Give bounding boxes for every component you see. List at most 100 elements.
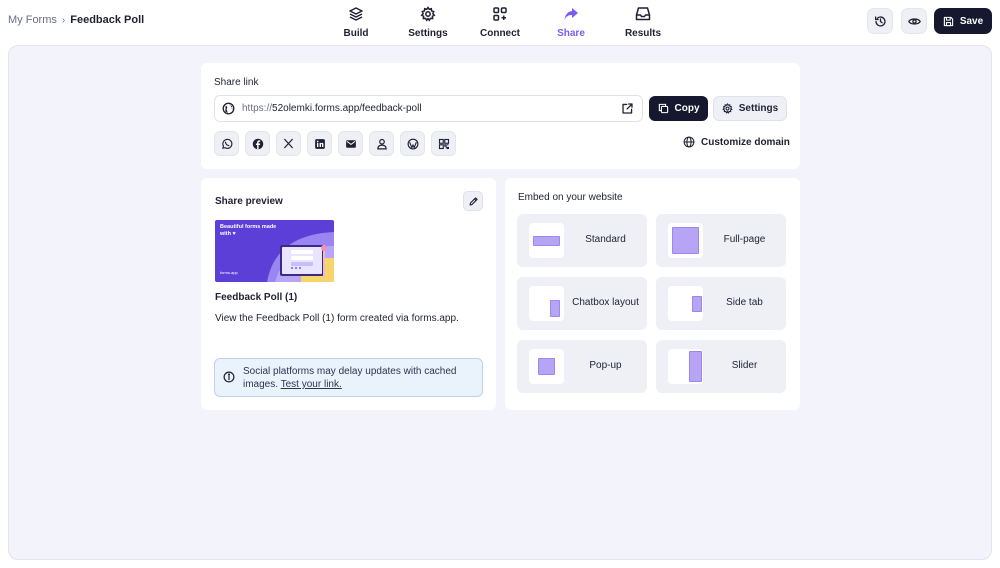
preview-form-title: Feedback Poll (1) [215, 292, 298, 303]
copy-icon [658, 103, 668, 114]
share-url-field[interactable]: https://52olemki.forms.app/feedback-poll [214, 95, 643, 122]
preview-description: View the Feedback Poll (1) form created … [215, 313, 459, 324]
wordpress-icon [407, 138, 418, 149]
tab-results-label: Results [624, 28, 662, 39]
external-link-icon[interactable] [621, 102, 634, 115]
share-whatsapp-button[interactable] [214, 131, 239, 156]
embed-slider[interactable]: Slider [656, 340, 786, 393]
embed-popup-shape [538, 358, 555, 375]
tab-build[interactable]: Build [321, 5, 391, 41]
qr-code-icon [438, 138, 449, 149]
tab-build-label: Build [343, 28, 369, 39]
embed-options: Standard Full-page Chatbox layout Side t… [517, 214, 786, 393]
tab-results[interactable]: Results [608, 5, 678, 41]
test-link[interactable]: Test your link. [281, 379, 342, 390]
embed-slider-label: Slider [731, 360, 758, 371]
cache-notice: Social platforms may delay updates with … [214, 358, 483, 397]
embed-standard-thumb [529, 223, 564, 258]
share-link-card: Share link https://52olemki.forms.app/fe… [201, 63, 800, 169]
linkedin-icon [314, 138, 325, 149]
tab-connect[interactable]: Connect [465, 5, 535, 41]
share-arrow-icon [564, 8, 578, 20]
copy-label: Copy [674, 103, 700, 114]
save-label: Save [959, 15, 984, 27]
embed-popup-label: Pop-up [589, 360, 622, 371]
gear-icon [722, 103, 733, 114]
embed-side-tab-label: Side tab [726, 297, 763, 308]
cache-notice-text: Social platforms may delay updates with … [243, 365, 478, 396]
facebook-icon [252, 138, 263, 149]
x-icon [284, 138, 293, 149]
embed-popup-thumb [529, 349, 564, 384]
whatsapp-icon [221, 138, 232, 149]
share-url-text: https://52olemki.forms.app/feedback-poll [242, 103, 621, 114]
history-button[interactable] [867, 8, 893, 34]
inbox-tray-icon [635, 7, 651, 21]
share-x-button[interactable] [276, 131, 301, 156]
tab-connect-label: Connect [480, 28, 520, 39]
embed-slider-thumb [668, 349, 703, 384]
embed-full-page-label: Full-page [723, 234, 766, 245]
embed-chatbox-label: Chatbox layout [572, 297, 639, 308]
floppy-disk-icon [943, 16, 953, 26]
email-icon [345, 139, 356, 148]
preview-image-tagline: Beautiful forms made with ♥ [220, 224, 277, 237]
connect-grid-icon [493, 7, 507, 21]
embed-slider-shape [689, 351, 702, 382]
share-preview-card: Share preview Beautiful forms made with [201, 178, 496, 410]
embed-full-page-shape [672, 227, 699, 254]
top-bar: My Forms › Feedback Poll Build Settings … [0, 0, 1000, 44]
gear-icon [420, 6, 436, 22]
tab-share[interactable]: Share [536, 5, 606, 41]
share-email-button[interactable] [338, 131, 363, 156]
share-facebook-button[interactable] [245, 131, 270, 156]
embed-standard-label: Standard [585, 234, 626, 245]
globe-icon [683, 136, 695, 148]
share-qr-button[interactable] [431, 131, 456, 156]
globe-icon [222, 102, 235, 115]
embed-standard[interactable]: Standard [517, 214, 647, 267]
share-url-path: 52olemki.forms.app/feedback-poll [272, 103, 422, 114]
embed-standard-shape [533, 236, 560, 246]
share-linkedin-button[interactable] [307, 131, 332, 156]
link-settings-label: Settings [738, 103, 779, 114]
embed-popup[interactable]: Pop-up [517, 340, 647, 393]
tab-settings[interactable]: Settings [393, 5, 463, 41]
embed-chatbox[interactable]: Chatbox layout [517, 277, 647, 330]
copy-button[interactable]: Copy [649, 96, 708, 121]
preview-image: Beautiful forms made with ♥ forms.app [215, 220, 334, 282]
share-preview-title: Share preview [215, 196, 283, 207]
pencil-icon [469, 196, 478, 205]
embed-title: Embed on your website [518, 192, 623, 203]
customize-domain-link[interactable]: Customize domain [683, 136, 790, 148]
embed-full-page-thumb [668, 223, 703, 258]
embed-side-tab[interactable]: Side tab [656, 277, 786, 330]
share-contact-button[interactable] [369, 131, 394, 156]
save-button[interactable]: Save [934, 8, 992, 34]
embed-chatbox-shape [550, 300, 560, 317]
preview-button[interactable] [901, 8, 927, 34]
customize-domain-label: Customize domain [701, 136, 790, 148]
embed-side-tab-shape [692, 296, 702, 312]
link-settings-button[interactable]: Settings [713, 96, 787, 121]
embed-full-page[interactable]: Full-page [656, 214, 786, 267]
cache-notice-message: Social platforms may delay updates with … [243, 366, 457, 390]
history-icon [874, 15, 886, 27]
preview-image-brand: forms.app [220, 270, 238, 275]
share-url-protocol: https:// [242, 103, 273, 114]
tab-settings-label: Settings [408, 28, 448, 39]
embed-side-tab-thumb [668, 286, 703, 321]
layers-icon [349, 7, 363, 21]
embed-chatbox-thumb [529, 286, 564, 321]
share-wordpress-button[interactable] [400, 131, 425, 156]
workspace: Share link https://52olemki.forms.app/fe… [8, 45, 992, 560]
main-nav: Build Settings Connect Share Results [0, 5, 1000, 41]
person-icon [376, 138, 387, 149]
social-share-row [214, 131, 456, 156]
info-icon [223, 371, 235, 383]
embed-card: Embed on your website Standard Full-page… [505, 178, 800, 410]
eye-icon [907, 17, 921, 25]
tab-share-label: Share [557, 28, 585, 39]
edit-preview-button[interactable] [463, 191, 483, 211]
share-link-title: Share link [214, 77, 259, 88]
